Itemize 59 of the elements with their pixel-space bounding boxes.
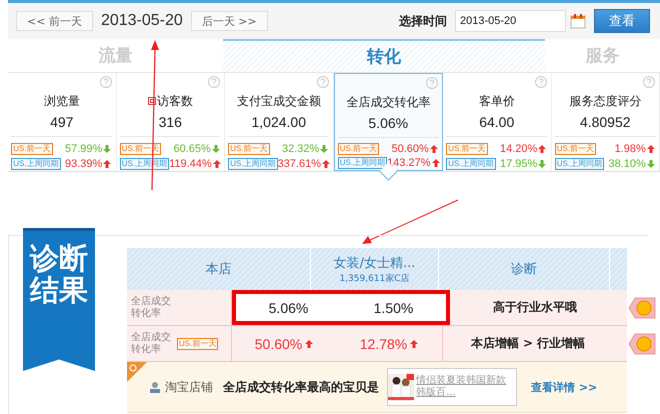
column-header: 女装/女士精... 1,359,611家C店 — [311, 248, 439, 290]
change-percent: 337.61% — [278, 158, 321, 170]
store-value: 50.60% — [254, 336, 302, 352]
change-percent: 17.95% — [500, 158, 538, 170]
change-percent: 119.44% — [169, 158, 212, 170]
source-label: 淘宝店铺 — [165, 378, 213, 396]
details-link[interactable]: 查看详情 >> — [531, 380, 598, 394]
change-percent: 32.32% — [282, 142, 320, 154]
change-percent: 93.39% — [64, 158, 102, 170]
industry-value: 1.50% — [374, 300, 414, 316]
change-percent: 60.65% — [173, 142, 211, 154]
current-date: 2013-05-20 — [100, 12, 183, 30]
next-day-button[interactable]: 后一天 >> — [190, 11, 268, 31]
metric-value: 4.80952 — [580, 114, 631, 130]
comparison-tag: US.前一天 — [446, 142, 488, 154]
comparison-tag: US.上周同期 — [554, 158, 604, 170]
metric-value: 316 — [158, 114, 182, 130]
metric-title: 全店成交转化率 — [346, 94, 430, 110]
diagnosis-text: 本店增幅 > 行业增幅 — [470, 336, 586, 350]
metric-title: 浏览量 — [44, 92, 80, 110]
metric-value: 497 — [50, 114, 74, 130]
diagnosis-text: 高于行业水平哦 — [493, 300, 577, 314]
best-item-label: 全店成交转化率最高的宝贝是 — [223, 378, 379, 396]
comparison-tag: US.前一天 — [554, 142, 596, 154]
metric-title: 访客数 — [156, 92, 193, 110]
comparison-tag: US.上周同期 — [228, 158, 278, 170]
comparison-tag: US.前一天 — [177, 338, 218, 350]
view-button[interactable]: 查看 — [594, 9, 650, 33]
comparison-tag: US.前一天 — [338, 143, 380, 155]
comparison-tag: US.前一天 — [228, 142, 270, 154]
diagnosis-ribbon: 诊断结果 — [23, 228, 95, 371]
store-value: 5.06% — [268, 300, 308, 316]
previous-day-button[interactable]: << 前一天 — [16, 11, 93, 31]
change-percent: 143.27% — [387, 157, 430, 169]
picker-label: 选择时间 — [399, 12, 447, 30]
metric-card[interactable]: 服务态度评分 4.80952 US.前一天 1.98% US.上周同期 38.10% — [552, 73, 660, 171]
row-label: 全店成交转化率 — [131, 296, 172, 319]
metric-card[interactable]: 浏览量 497 US.前一天 57.99% US.上周同期 93.39% — [8, 73, 116, 171]
metric-value: 64.00 — [479, 114, 514, 130]
change-percent: 57.99% — [64, 142, 102, 154]
metric-card[interactable]: 客单价 64.00 US.前一天 14.20% US.上周同期 17.95% — [443, 73, 552, 171]
change-percent: 1.98% — [614, 142, 646, 154]
comparison-tag: US.上周同期 — [11, 158, 61, 170]
comparison-tag: US.上周同期 — [446, 158, 496, 170]
industry-value: 12.78% — [360, 336, 408, 352]
metric-title: 支付宝成交金额 — [236, 92, 321, 110]
date-field[interactable]: 2013-05-20 — [455, 10, 566, 32]
comparison-tag: US.前一天 — [11, 142, 53, 154]
metric-value: 1,024.00 — [252, 114, 306, 130]
metric-title: 服务态度评分 — [569, 92, 642, 110]
metric-value: 5.06% — [368, 115, 408, 131]
change-percent: 38.10% — [608, 158, 646, 170]
metric-title: 客单价 — [478, 92, 515, 110]
row-label: 全店成交转化率 — [131, 332, 172, 355]
metric-card[interactable]: 支付宝成交金额 1,024.00 US.前一天 32.32% US.上周同期 337.61% — [225, 73, 334, 171]
category-tab[interactable]: 转化 — [223, 39, 545, 72]
change-percent: 50.60% — [391, 143, 429, 155]
change-percent: 14.20% — [500, 142, 538, 154]
comparison-tag: US.上周同期 — [338, 157, 388, 169]
